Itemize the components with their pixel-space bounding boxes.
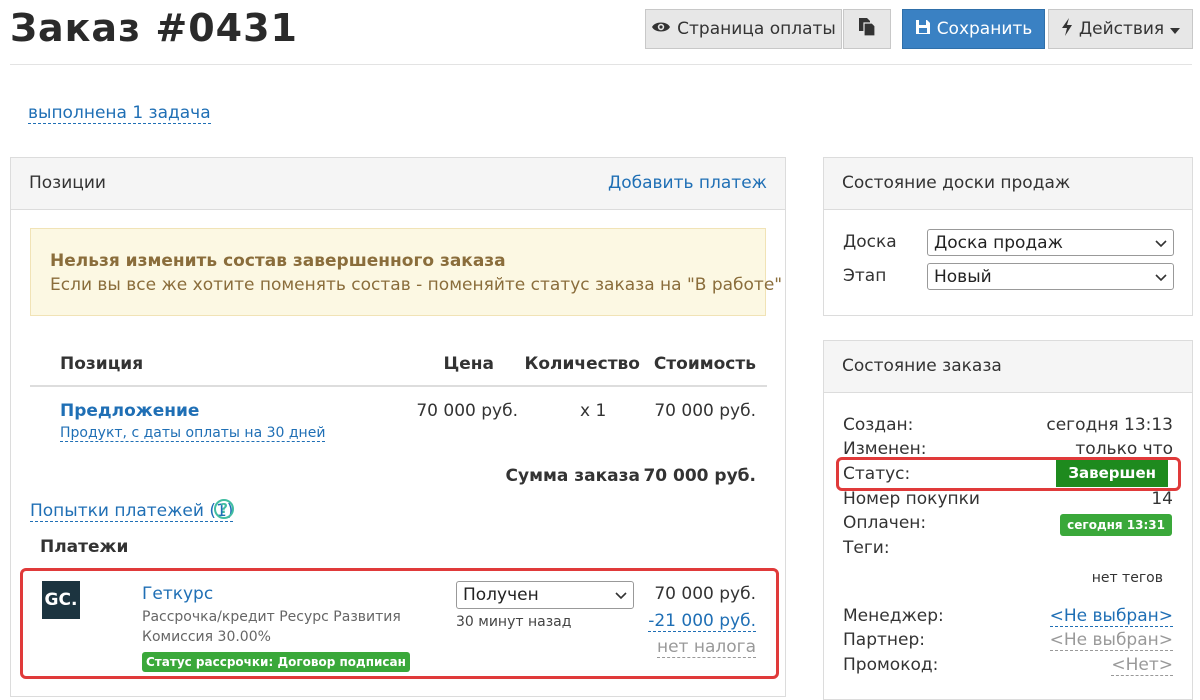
chevron-down-icon [1155, 233, 1167, 253]
chevron-down-icon [1155, 267, 1167, 287]
eye-icon [651, 19, 671, 39]
alert-text: Если вы все же хотите поменять состав - … [50, 275, 783, 295]
save-label: Сохранить [936, 19, 1033, 39]
payments-title: Платежи [40, 537, 129, 557]
stage-select-value: Новый [934, 266, 992, 287]
locked-order-alert: Нельзя изменить состав завершенного зака… [30, 228, 782, 316]
save-button[interactable]: Сохранить [902, 9, 1045, 49]
actions-label: Действия [1078, 19, 1165, 39]
item-cost: 70 000 руб. [654, 401, 756, 421]
col-position-header: Позиция [60, 354, 144, 374]
sales-board-panel: Состояние доски продаж Доска Доска прода… [823, 157, 1193, 316]
manager-label: Менеджер: [843, 606, 944, 626]
order-state-panel: Состояние заказа Создан: сегодня 13:13 И… [823, 340, 1193, 700]
actions-dropdown-button[interactable]: Действия [1048, 9, 1193, 49]
order-total-label: Сумма заказа [505, 466, 640, 486]
question-circle-icon[interactable]: ? [214, 499, 234, 519]
created-value: сегодня 13:13 [1046, 415, 1173, 435]
floppy-disk-icon [915, 19, 931, 40]
status-row-highlight [836, 457, 1181, 491]
caret-down-icon [1170, 19, 1181, 39]
item-name-link[interactable]: Предложение [60, 401, 199, 421]
stage-label: Этап [843, 266, 887, 286]
sales-board-panel-title: Состояние доски продаж [842, 173, 1071, 193]
table-header-divider [30, 385, 767, 387]
promo-label: Промокод: [843, 655, 939, 675]
payment-row-highlight [20, 568, 779, 679]
board-label: Доска [843, 232, 897, 252]
page-title: Заказ #0431 [10, 6, 298, 50]
order-state-panel-header: Состояние заказа [824, 341, 1192, 393]
sales-board-panel-header: Состояние доски продаж [824, 158, 1192, 210]
created-label: Создан: [843, 415, 914, 435]
modified-label: Изменен: [843, 439, 927, 459]
stage-select[interactable]: Новый [927, 263, 1174, 290]
copy-icon [858, 17, 876, 42]
paid-badge: сегодня 13:31 [1060, 514, 1172, 536]
lightning-icon [1061, 17, 1073, 41]
board-select-value: Доска продаж [934, 232, 1063, 253]
payment-attempts-link[interactable]: Попытки платежей (1) [30, 501, 234, 522]
col-quantity-header: Количество [524, 354, 640, 374]
payment-page-label: Страница оплаты [677, 19, 836, 39]
tags-value: нет тегов [1091, 570, 1163, 586]
col-price-header: Цена [443, 354, 494, 374]
item-price: 70 000 руб. [416, 401, 518, 421]
item-quantity: x 1 [580, 401, 607, 421]
modified-value: только что [1075, 439, 1173, 459]
positions-panel-header: Позиции Добавить платеж [11, 158, 785, 210]
copy-button[interactable] [843, 9, 891, 49]
header-divider [10, 64, 1192, 65]
purchase-number-label: Номер покупки [843, 489, 980, 509]
partner-select-link[interactable]: <Не выбран> [1049, 630, 1173, 651]
order-total-value: 70 000 руб. [643, 466, 756, 486]
promo-select-link[interactable]: <Нет> [1111, 655, 1173, 676]
payment-page-button[interactable]: Страница оплаты [645, 9, 842, 49]
completed-tasks-link[interactable]: выполнена 1 задача [28, 103, 211, 124]
board-select[interactable]: Доска продаж [927, 229, 1174, 256]
alert-title: Нельзя изменить состав завершенного зака… [50, 251, 506, 271]
paid-label: Оплачен: [843, 513, 927, 533]
col-cost-header: Стоимость [653, 354, 756, 374]
purchase-number-value: 14 [1151, 489, 1173, 509]
manager-select-link[interactable]: <Не выбран> [1049, 606, 1173, 627]
tags-label: Теги: [843, 538, 890, 558]
add-payment-link[interactable]: Добавить платеж [608, 173, 767, 193]
order-state-panel-title: Состояние заказа [842, 356, 1002, 376]
positions-panel-title: Позиции [29, 173, 106, 193]
partner-label: Партнер: [843, 630, 925, 650]
item-subtitle-link[interactable]: Продукт, с даты оплаты на 30 дней [60, 425, 326, 442]
